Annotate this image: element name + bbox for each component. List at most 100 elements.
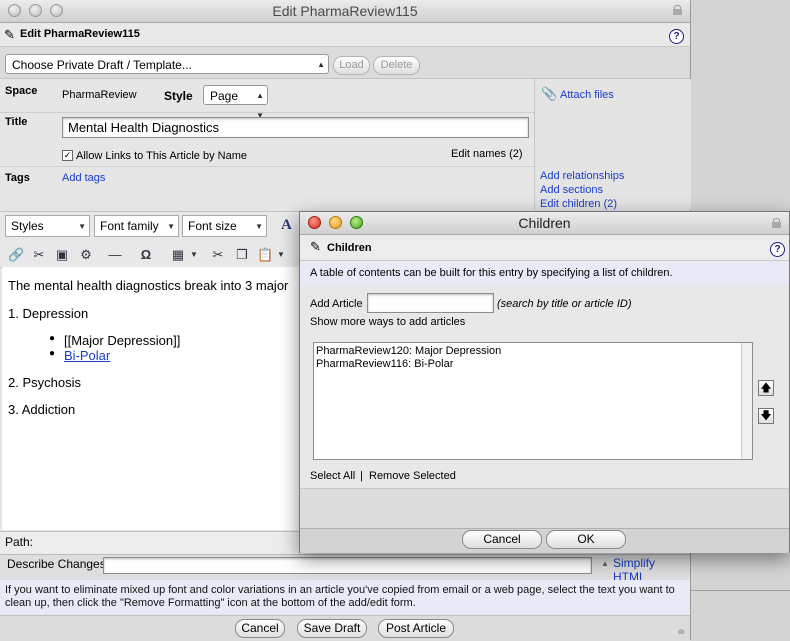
zoom-window-button[interactable]: [50, 4, 63, 17]
list-scrollbar[interactable]: [741, 343, 752, 459]
edit-names-link[interactable]: Edit names (2): [451, 148, 523, 160]
minimize-window-button[interactable]: [29, 4, 42, 17]
list-item: 1. Depression: [8, 306, 89, 321]
add-article-input[interactable]: [367, 293, 494, 313]
copy-icon[interactable]: ❐: [234, 247, 250, 263]
dialog-title: Children: [327, 242, 372, 254]
bullet-icon: ●: [49, 348, 56, 359]
path-label: Path:: [5, 535, 34, 549]
select-all-link[interactable]: Select All: [310, 470, 355, 482]
move-down-icon[interactable]: 🡇: [758, 408, 774, 424]
close-dialog-button[interactable]: [308, 216, 321, 229]
horizontal-rule-icon[interactable]: —: [107, 247, 123, 263]
lock-icon: [673, 5, 682, 15]
insert-table-icon[interactable]: ▦: [170, 247, 186, 263]
list-item: 3. Addiction: [8, 402, 76, 417]
cut-icon[interactable]: ✂: [210, 247, 226, 263]
dialog-cancel-button[interactable]: Cancel: [462, 530, 542, 549]
list-item: 2. Psychosis: [8, 375, 81, 390]
children-titlebar: Children: [300, 212, 789, 235]
show-more-ways-link[interactable]: Show more ways to add articles: [310, 316, 465, 328]
font-family-select-value: Font family: [100, 219, 159, 233]
space-value: PharmaReview: [62, 89, 137, 101]
template-select[interactable]: Choose Private Draft / Template... ▲▼: [5, 54, 329, 89]
lock-icon: [772, 218, 781, 228]
dialog-gray-area: [300, 488, 789, 529]
cancel-button[interactable]: Cancel: [235, 619, 285, 638]
dialog-description: A table of contents can be built for thi…: [310, 267, 673, 279]
dialog-heading-bar: [300, 235, 789, 261]
edit-children-link[interactable]: Edit children (2): [540, 198, 617, 210]
separator: |: [360, 470, 363, 482]
template-select-value: Choose Private Draft / Template...: [12, 58, 192, 72]
space-label: Space: [5, 85, 38, 97]
add-sections-link[interactable]: Add sections: [540, 184, 603, 196]
title-input[interactable]: Mental Health Diagnostics: [62, 117, 529, 138]
bipolar-link[interactable]: Bi-Polar: [64, 348, 110, 363]
link-icon[interactable]: 🔗: [8, 247, 24, 263]
zoom-dialog-button[interactable]: [350, 216, 363, 229]
image-icon[interactable]: ▣: [54, 247, 70, 263]
list-item[interactable]: PharmaReview116: Bi-Polar: [316, 358, 453, 370]
resize-grip-icon[interactable]: ≐: [677, 627, 685, 638]
remove-selected-link[interactable]: Remove Selected: [369, 470, 456, 482]
style-label: Style: [164, 89, 193, 103]
allow-links-checkbox[interactable]: ✓: [62, 150, 73, 161]
tags-label: Tags: [5, 172, 30, 184]
minimize-dialog-button[interactable]: [329, 216, 342, 229]
help-icon[interactable]: ?: [770, 242, 785, 257]
divider: [0, 112, 534, 113]
close-window-button[interactable]: [8, 4, 21, 17]
attach-files-link[interactable]: Attach files: [560, 89, 614, 101]
settings-icon[interactable]: ⚙: [78, 247, 94, 263]
page-title: Edit PharmaReview115: [20, 28, 140, 40]
dialog-button-bar: [300, 528, 789, 553]
children-list[interactable]: PharmaReview120: Major Depression Pharma…: [313, 342, 753, 460]
font-size-select[interactable]: Font size ▼: [182, 215, 267, 237]
styles-select-value: Styles: [11, 219, 44, 233]
describe-changes-label: Describe Changes:: [7, 557, 110, 571]
dropdown-arrow-icon[interactable]: ▼: [273, 247, 289, 263]
save-draft-button[interactable]: Save Draft: [297, 619, 367, 638]
editor-intro-text: The mental health diagnostics break into…: [8, 278, 289, 293]
divider: [691, 590, 790, 591]
main-titlebar: Edit PharmaReview115: [0, 0, 690, 23]
styles-select[interactable]: Styles ▼: [5, 215, 90, 237]
paperclip-icon: 📎: [541, 86, 558, 101]
edit-document-icon: ✎: [310, 239, 321, 254]
allow-links-label: Allow Links to This Article by Name: [76, 150, 247, 162]
help-icon[interactable]: ?: [669, 29, 684, 44]
add-relationships-link[interactable]: Add relationships: [540, 170, 624, 182]
describe-changes-input[interactable]: [103, 557, 592, 574]
edit-document-icon: ✎: [4, 27, 15, 42]
dropdown-arrow-icon[interactable]: ▼: [186, 247, 202, 263]
move-up-icon[interactable]: 🡅: [758, 380, 774, 396]
dropdown-arrow-icon: ▼: [78, 222, 86, 231]
special-character-icon[interactable]: Ω: [138, 247, 154, 263]
paste-icon[interactable]: 📋: [257, 247, 273, 263]
font-size-select-value: Font size: [188, 219, 237, 233]
dialog-window-title: Children: [518, 215, 571, 231]
delete-button[interactable]: Delete: [373, 56, 420, 75]
load-button[interactable]: Load: [333, 56, 370, 75]
ok-button[interactable]: OK: [546, 530, 626, 549]
unlink-icon[interactable]: ✂: [31, 247, 47, 263]
text-color-icon[interactable]: A: [281, 217, 292, 234]
style-select-value: Page: [210, 89, 239, 103]
list-item[interactable]: PharmaReview120: Major Depression: [316, 345, 501, 357]
search-hint: (search by title or article ID): [497, 298, 632, 310]
dropdown-arrow-icon: ▼: [255, 222, 263, 231]
children-dialog: Children ✎ Children ? A table of content…: [299, 211, 790, 553]
style-select[interactable]: Page ▲ ▼: [203, 85, 268, 120]
triangle-up-icon: ▲: [601, 559, 609, 568]
add-article-label: Add Article: [310, 298, 363, 310]
post-article-button[interactable]: Post Article: [378, 619, 454, 638]
window-title: Edit PharmaReview115: [272, 3, 418, 19]
title-label: Title: [5, 116, 28, 128]
add-tags-link[interactable]: Add tags: [62, 172, 105, 184]
info-text: If you want to eliminate mixed up font a…: [5, 584, 675, 609]
dropdown-arrow-icon: ▼: [167, 222, 175, 231]
font-family-select[interactable]: Font family ▼: [94, 215, 179, 237]
list-item: [[Major Depression]]: [64, 333, 181, 348]
bullet-icon: ●: [49, 333, 56, 344]
